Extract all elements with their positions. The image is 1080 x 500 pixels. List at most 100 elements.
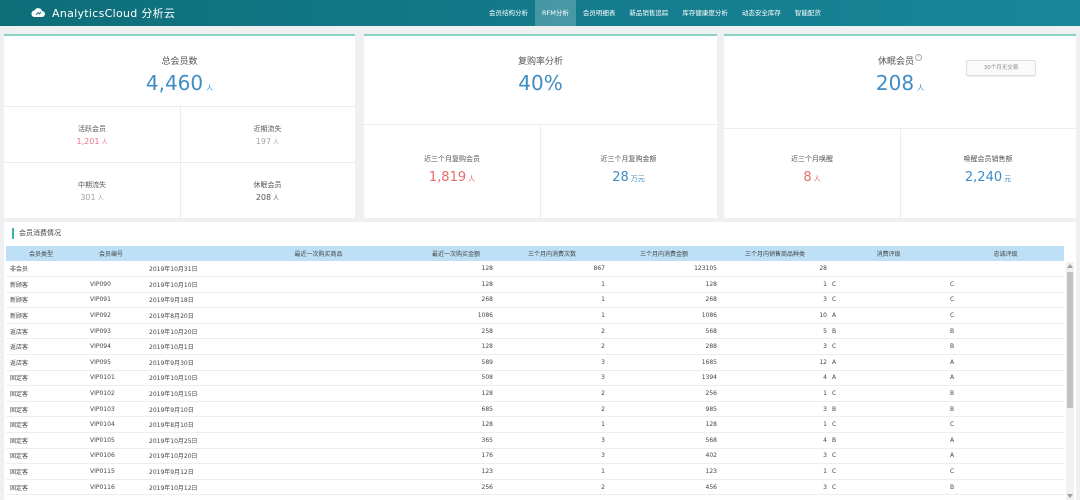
column-header[interactable]: 忠诚评级 bbox=[947, 246, 1064, 261]
member-consumption-table: 会员类型 会员编号 最近一次购买商品 最近一次购买金额 三个月内消费次数 三个月内消费金额… bbox=[6, 246, 1064, 496]
table-cell: 2 bbox=[496, 479, 608, 496]
table-cell: 3 bbox=[720, 292, 830, 309]
table-cell: 3 bbox=[496, 432, 608, 449]
table-cell: 985 bbox=[608, 401, 720, 418]
table-cell: 128 bbox=[416, 416, 496, 434]
table-cell: C bbox=[830, 276, 947, 293]
table-row[interactable]: 返店客 VIP095 2019年9月30日 589 3 1685 12 A A bbox=[6, 354, 1064, 371]
repeat-amount-stat: 近三个月复购金额 28 万元 bbox=[600, 155, 657, 185]
nav-smart-distribution[interactable]: 智能配货 bbox=[788, 0, 828, 26]
column-header[interactable]: 最近一次购买金额 bbox=[416, 246, 496, 261]
table-row[interactable]: 固定客 VIP0116 2019年10月12日 256 2 456 3 C B bbox=[6, 479, 1064, 496]
table-cell: 3 bbox=[720, 401, 830, 418]
table-cell: 3 bbox=[720, 448, 830, 465]
nav-member-detail[interactable]: 会员明细表 bbox=[576, 0, 623, 26]
table-cell: 2019年10月20日 bbox=[146, 448, 221, 465]
table-cell bbox=[221, 323, 416, 340]
table-cell: VIP0104 bbox=[76, 416, 146, 434]
table-cell: 508 bbox=[416, 370, 496, 387]
table-row[interactable]: 固定客 VIP0102 2019年10月15日 128 2 256 1 C B bbox=[6, 385, 1064, 402]
table-cell bbox=[221, 463, 416, 480]
table-cell: 12 bbox=[720, 354, 830, 371]
table-row[interactable]: 固定客 VIP0104 2019年8月10日 128 1 128 1 C C bbox=[6, 416, 1064, 434]
table-cell: 1 bbox=[720, 416, 830, 434]
column-header[interactable]: 会员编号 bbox=[76, 246, 146, 261]
dormant-members-stat: 休眠会员 208 人 bbox=[253, 181, 282, 202]
table-row[interactable]: 新顾客 VIP090 2019年10月10日 128 1 128 1 C C bbox=[6, 276, 1064, 293]
table-cell: B bbox=[947, 385, 1064, 402]
table-cell: 568 bbox=[608, 323, 720, 340]
table-row[interactable]: 非会员 2019年10月31日 128 867 123105 28 bbox=[6, 261, 1064, 278]
table-header-row: 会员类型 会员编号 最近一次购买商品 最近一次购买金额 三个月内消费次数 三个月内消费金额… bbox=[6, 246, 1064, 261]
table-cell: 返店客 bbox=[6, 354, 76, 371]
table-cell: 返店客 bbox=[6, 323, 76, 340]
cloud-logo-icon bbox=[31, 8, 45, 17]
table-cell: C bbox=[830, 416, 947, 434]
scroll-thumb[interactable] bbox=[1067, 272, 1073, 408]
table-cell: C bbox=[830, 338, 947, 356]
table-cell: 589 bbox=[416, 354, 496, 371]
inactivity-period-dropdown[interactable]: 30个月无交易 bbox=[966, 60, 1036, 76]
nav-safety-stock[interactable]: 动态安全库存 bbox=[735, 0, 788, 26]
table-cell: 258 bbox=[416, 323, 496, 340]
table-cell: VIP0116 bbox=[76, 479, 146, 496]
table-cell: 128 bbox=[416, 261, 496, 278]
brand[interactable]: AnalyticsCloud 分析云 bbox=[30, 4, 175, 22]
table-cell: 1685 bbox=[608, 354, 720, 371]
table-cell: 128 bbox=[608, 276, 720, 293]
column-header[interactable]: 三个月内销售商品种类 bbox=[720, 246, 830, 261]
table-cell: 固定客 bbox=[6, 432, 76, 449]
table-cell: 456 bbox=[608, 479, 720, 496]
table-cell: 2 bbox=[496, 323, 608, 340]
table-cell: 1 bbox=[720, 276, 830, 293]
table-cell: 1 bbox=[496, 416, 608, 434]
table-scrollbar[interactable] bbox=[1066, 262, 1074, 500]
column-header[interactable]: 消费评级 bbox=[830, 246, 947, 261]
scroll-up-arrow-icon[interactable] bbox=[1067, 264, 1073, 268]
table-row[interactable]: 新顾客 VIP092 2019年8月20日 1086 1 1086 10 A C bbox=[6, 307, 1064, 324]
table-cell: 365 bbox=[416, 432, 496, 449]
table-cell: A bbox=[947, 370, 1064, 387]
table-row[interactable]: 固定客 VIP0105 2019年10月25日 365 3 568 4 B A bbox=[6, 432, 1064, 449]
table-row[interactable]: 固定客 VIP0101 2019年10月10日 508 3 1394 4 A A bbox=[6, 370, 1064, 387]
table-cell: C bbox=[830, 292, 947, 309]
table-cell: 128 bbox=[416, 385, 496, 402]
table-cell: 2019年9月30日 bbox=[146, 354, 221, 371]
table-cell: 4 bbox=[720, 370, 830, 387]
table-row[interactable]: 新顾客 VIP091 2019年9月18日 268 1 268 3 C C bbox=[6, 292, 1064, 309]
table-row[interactable]: 固定客 VIP0115 2019年9月12日 123 1 123 1 C C bbox=[6, 463, 1064, 480]
nav-member-structure[interactable]: 会员结构分析 bbox=[482, 0, 535, 26]
table-cell: VIP093 bbox=[76, 323, 146, 340]
help-icon[interactable]: ? bbox=[915, 54, 922, 61]
table-cell: 2019年10月20日 bbox=[146, 323, 221, 340]
table-row[interactable]: 返店客 VIP093 2019年10月20日 258 2 568 5 B B bbox=[6, 323, 1064, 340]
table-cell: 3 bbox=[720, 479, 830, 496]
table-row[interactable]: 固定客 VIP0103 2019年9月10日 685 2 985 3 B B bbox=[6, 401, 1064, 418]
column-header[interactable] bbox=[146, 246, 221, 261]
nav-rfm-analysis[interactable]: RFM分析 bbox=[535, 0, 576, 26]
repurchase-card: 复购率分析 40% 近三个月复购会员 1,819 人 近三个月复购金额 28 万元 bbox=[364, 34, 717, 220]
table-cell bbox=[221, 479, 416, 496]
table-cell bbox=[221, 448, 416, 465]
table-cell: 固定客 bbox=[6, 479, 76, 496]
column-header[interactable]: 最近一次购买商品 bbox=[221, 246, 416, 261]
table-cell: 568 bbox=[608, 432, 720, 449]
table-cell: 2019年10月10日 bbox=[146, 276, 221, 293]
table-row[interactable]: 固定客 VIP0106 2019年10月20日 176 3 402 3 C A bbox=[6, 448, 1064, 465]
member-consumption-table-wrap[interactable]: 会员类型 会员编号 最近一次购买商品 最近一次购买金额 三个月内消费次数 三个月内消费金额… bbox=[6, 246, 1064, 500]
table-cell: 1086 bbox=[608, 307, 720, 324]
column-header[interactable]: 三个月内消费次数 bbox=[496, 246, 608, 261]
table-row[interactable]: 返店客 VIP094 2019年10月1日 128 2 288 3 C B bbox=[6, 338, 1064, 356]
nav-inventory-health[interactable]: 库存健康度分析 bbox=[675, 0, 735, 26]
woken-sales-stat: 唤醒会员销售额 2,240 元 bbox=[963, 155, 1013, 185]
table-cell: 1086 bbox=[416, 307, 496, 324]
nav-new-product-tracking[interactable]: 新品销售追踪 bbox=[622, 0, 675, 26]
table-cell bbox=[221, 276, 416, 293]
table-cell: B bbox=[830, 432, 947, 449]
column-header[interactable]: 三个月内消费金额 bbox=[608, 246, 720, 261]
table-cell: 1 bbox=[496, 276, 608, 293]
table-cell: A bbox=[830, 354, 947, 371]
scroll-down-arrow-icon[interactable] bbox=[1067, 494, 1073, 498]
column-header[interactable]: 会员类型 bbox=[6, 246, 76, 261]
table-cell: C bbox=[830, 479, 947, 496]
